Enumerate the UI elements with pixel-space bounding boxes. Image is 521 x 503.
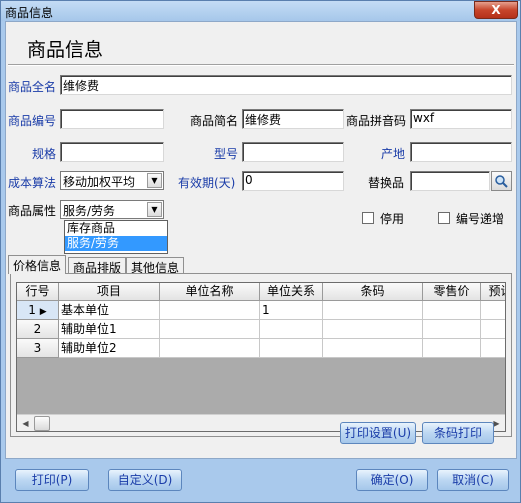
- cost-method-label: 成本算法: [8, 176, 57, 190]
- tab-other-info[interactable]: 其他信息: [126, 257, 185, 275]
- unit-name-cell[interactable]: [160, 301, 260, 320]
- grid-header: 行号 项目 单位名称 单位关系 条码 零售价 预设: [17, 283, 505, 301]
- header-divider: [8, 64, 514, 66]
- scroll-left-icon[interactable]: ◀: [18, 416, 33, 431]
- preset-cell[interactable]: [481, 301, 505, 320]
- cost-method-value: 移动加权平均: [63, 175, 136, 189]
- price-info-panel: 行号 项目 单位名称 单位关系 条码 零售价 预设 1 ▶ 基本单位 1: [10, 273, 512, 437]
- disabled-label: 停用: [380, 212, 405, 226]
- item-cell[interactable]: 辅助单位2: [59, 339, 160, 358]
- title-bar[interactable]: 商品信息 X: [1, 1, 520, 21]
- pinyin-input[interactable]: wxf: [410, 109, 512, 129]
- barcode-cell[interactable]: [323, 320, 423, 339]
- attribute-dropdown-list: 库存商品 服务/劳务: [64, 220, 168, 254]
- substitute-input[interactable]: [410, 171, 490, 191]
- row-number-cell[interactable]: 2: [17, 320, 59, 339]
- table-row[interactable]: 2 辅助单位1: [17, 320, 505, 339]
- barcode-print-button[interactable]: 条码打印: [422, 422, 494, 444]
- col-header-unit-relation[interactable]: 单位关系: [260, 283, 323, 301]
- col-header-preset[interactable]: 预设: [481, 283, 505, 301]
- table-row[interactable]: 1 ▶ 基本单位 1: [17, 301, 505, 320]
- col-header-unit-name[interactable]: 单位名称: [160, 283, 260, 301]
- short-name-input[interactable]: 维修费: [242, 109, 344, 129]
- footer-bar: 打印(P) 自定义(D) 确定(O) 取消(C): [1, 461, 520, 502]
- search-icon: [495, 175, 508, 188]
- col-header-retail-price[interactable]: 零售价: [423, 283, 481, 301]
- page-title: 商品信息: [27, 39, 104, 61]
- code-label: 商品编号: [8, 114, 57, 128]
- barcode-cell[interactable]: [323, 339, 423, 358]
- full-name-label: 商品全名: [8, 80, 57, 94]
- tab-layout[interactable]: 商品排版: [68, 257, 127, 275]
- table-row[interactable]: 3 辅助单位2: [17, 339, 505, 358]
- model-label: 型号: [214, 147, 239, 161]
- disabled-checkbox[interactable]: [362, 212, 374, 224]
- product-info-window: 商品信息 X 商品信息 商品全名 维修费 商品编号 商品简名 维修费 商品拼音码…: [0, 0, 521, 503]
- row-number-cell[interactable]: 1 ▶: [17, 301, 59, 320]
- attribute-option-service[interactable]: 服务/劳务: [65, 236, 167, 251]
- substitute-label: 替换品: [368, 176, 405, 190]
- item-cell[interactable]: 基本单位: [59, 301, 160, 320]
- unit-name-cell[interactable]: [160, 339, 260, 358]
- ok-button[interactable]: 确定(O): [356, 469, 428, 491]
- retail-price-cell[interactable]: [423, 339, 481, 358]
- unit-relation-cell[interactable]: [260, 339, 323, 358]
- close-button[interactable]: X: [474, 1, 518, 19]
- current-row-icon: ▶: [39, 307, 47, 317]
- row-number: 1: [28, 303, 36, 317]
- row-number-cell[interactable]: 3: [17, 339, 59, 358]
- barcode-cell[interactable]: [323, 301, 423, 320]
- dialog-body: 商品信息 商品全名 维修费 商品编号 商品简名 维修费 商品拼音码 wxf 规格…: [5, 21, 517, 459]
- cost-method-select[interactable]: 移动加权平均 ▼: [60, 171, 164, 190]
- model-input[interactable]: [242, 142, 344, 162]
- window-title: 商品信息: [5, 6, 54, 20]
- spec-label: 规格: [32, 147, 57, 161]
- validity-input[interactable]: 0: [242, 171, 344, 191]
- col-header-barcode[interactable]: 条码: [323, 283, 423, 301]
- preset-cell[interactable]: [481, 320, 505, 339]
- code-input[interactable]: [60, 109, 164, 129]
- origin-input[interactable]: [410, 142, 512, 162]
- col-header-row-num[interactable]: 行号: [17, 283, 59, 301]
- origin-label: 产地: [381, 147, 406, 161]
- item-cell[interactable]: 辅助单位1: [59, 320, 160, 339]
- customize-button[interactable]: 自定义(D): [108, 469, 182, 491]
- attribute-value: 服务/劳务: [63, 204, 116, 218]
- attribute-label: 商品属性: [8, 204, 57, 218]
- unit-name-cell[interactable]: [160, 320, 260, 339]
- full-name-input[interactable]: 维修费: [60, 75, 512, 95]
- print-button[interactable]: 打印(P): [15, 469, 89, 491]
- attribute-select[interactable]: 服务/劳务 ▼: [60, 200, 164, 219]
- unit-relation-cell[interactable]: 1: [260, 301, 323, 320]
- code-increment-checkbox[interactable]: [438, 212, 450, 224]
- cancel-button[interactable]: 取消(C): [437, 469, 509, 491]
- unit-price-grid[interactable]: 行号 项目 单位名称 单位关系 条码 零售价 预设 1 ▶ 基本单位 1: [16, 282, 506, 432]
- validity-label: 有效期(天): [178, 176, 236, 190]
- attribute-option-inventory[interactable]: 库存商品: [65, 221, 167, 236]
- col-header-item[interactable]: 项目: [59, 283, 160, 301]
- short-name-label: 商品简名: [190, 114, 239, 128]
- tab-price-info[interactable]: 价格信息: [8, 255, 67, 274]
- preset-cell[interactable]: [481, 339, 505, 358]
- spec-input[interactable]: [60, 142, 164, 162]
- pinyin-label: 商品拼音码: [346, 114, 407, 128]
- print-settings-button[interactable]: 打印设置(U): [340, 422, 416, 444]
- retail-price-cell[interactable]: [423, 301, 481, 320]
- chevron-down-icon[interactable]: ▼: [147, 202, 162, 217]
- unit-relation-cell[interactable]: [260, 320, 323, 339]
- chevron-down-icon[interactable]: ▼: [147, 173, 162, 188]
- scrollbar-thumb[interactable]: [34, 416, 50, 431]
- search-button[interactable]: [491, 171, 512, 191]
- retail-price-cell[interactable]: [423, 320, 481, 339]
- code-increment-label: 编号递增: [456, 212, 505, 226]
